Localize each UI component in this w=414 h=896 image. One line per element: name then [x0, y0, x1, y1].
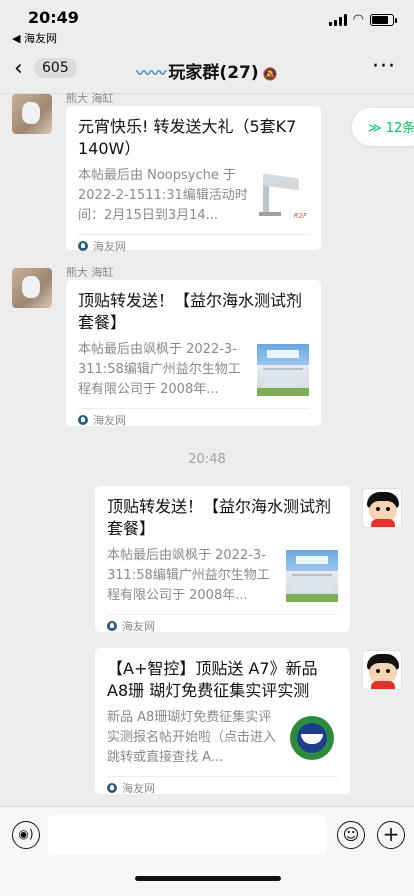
card-title: 【A+智控】顶贴送 A7》新品A8珊 瑚灯免费征集实评实测 — [107, 659, 318, 700]
chat-title-text: 玩家群(27) — [168, 63, 259, 83]
home-indicator — [135, 876, 281, 881]
emoji-icon[interactable]: ☺ — [337, 821, 365, 849]
building-photo — [286, 550, 338, 602]
avatar[interactable] — [12, 94, 52, 134]
chat-nav-bar: ‹ 605 〰〰 玩家群(27) 🔕 ··· — [0, 44, 414, 94]
card-source: 海友网 — [107, 776, 338, 798]
mute-icon: 🔕 — [262, 67, 278, 81]
card-title: 顶贴转发送！【益尔海水测试剂套餐】 — [107, 497, 332, 538]
building-photo — [257, 344, 309, 396]
aquarium-logo — [286, 712, 338, 764]
status-time: 20:49 — [28, 8, 79, 27]
source-logo-icon — [107, 620, 117, 631]
status-bar: 20:49 ◀ 海友网 ◠ — [0, 0, 414, 45]
source-name: 海友网 — [93, 239, 126, 253]
status-icons: ◠ — [328, 12, 397, 27]
source-name: 海友网 — [93, 413, 126, 427]
link-card[interactable]: 顶贴转发送！【益尔海水测试剂套餐】 本帖最后由飒枫于 2022-3-311:58… — [66, 280, 321, 427]
more-icon[interactable]: ··· — [372, 54, 396, 79]
source-name: 海友网 — [122, 781, 155, 795]
message-input[interactable] — [48, 815, 326, 855]
avatar[interactable] — [362, 488, 402, 528]
card-description: 本帖最后由 Noopsyche 于 2022-2-1511:31编辑活动时间：2… — [78, 168, 248, 223]
battery-icon — [370, 14, 397, 26]
voice-icon[interactable]: ◉) — [12, 821, 40, 849]
card-source: 海友网 — [78, 408, 309, 430]
source-logo-icon — [78, 240, 88, 251]
card-source: 海友网 — [107, 614, 338, 636]
chat-title: 〰〰 玩家群(27) 🔕 — [0, 58, 414, 83]
signal-icon — [328, 14, 347, 26]
plus-icon[interactable]: + — [377, 821, 405, 849]
link-card[interactable]: 【A+智控】顶贴送 A7》新品A8珊 瑚灯免费征集实评实测 新品 A8珊瑚灯免费… — [95, 648, 350, 795]
card-source: 海友网 — [78, 234, 309, 256]
thumb-tag: R2F — [293, 212, 307, 220]
chat-timestamp: 20:48 — [188, 452, 226, 467]
card-description: 本帖最后由飒枫于 2022-3-311:58编辑广州益尔生物工程有限公司于 20… — [107, 548, 270, 603]
lamp-product-image: R2F — [257, 170, 309, 222]
card-description: 本帖最后由飒枫于 2022-3-311:58编辑广州益尔生物工程有限公司于 20… — [78, 342, 241, 397]
avatar[interactable] — [12, 268, 52, 308]
unread-messages-pill[interactable]: ≫ 12条 — [352, 108, 414, 146]
source-logo-icon — [107, 782, 117, 793]
link-card[interactable]: 元宵快乐! 转发送大礼（5套K7 140W） 本帖最后由 Noopsyche 于… — [66, 106, 321, 253]
card-description: 新品 A8珊瑚灯免费征集实评实测报名帖开始啦（点击进入跳转或直接查找 A... — [107, 710, 277, 765]
link-card[interactable]: 顶贴转发送！【益尔海水测试剂套餐】 本帖最后由飒枫于 2022-3-311:58… — [95, 486, 350, 633]
source-logo-icon — [78, 414, 88, 425]
input-bar: ◉) ☺ + — [0, 806, 414, 896]
avatar[interactable] — [362, 650, 402, 690]
wifi-icon: ◠ — [352, 12, 364, 27]
sender-name: 熊大 海缸 — [66, 266, 114, 279]
card-title: 元宵快乐! 转发送大礼（5套K7 140W） — [78, 117, 297, 158]
group-wave-icon: 〰〰 — [136, 64, 167, 82]
sender-name: 熊大 海缸 — [66, 92, 114, 105]
card-title: 顶贴转发送！【益尔海水测试剂套餐】 — [78, 291, 303, 332]
source-name: 海友网 — [122, 619, 155, 633]
